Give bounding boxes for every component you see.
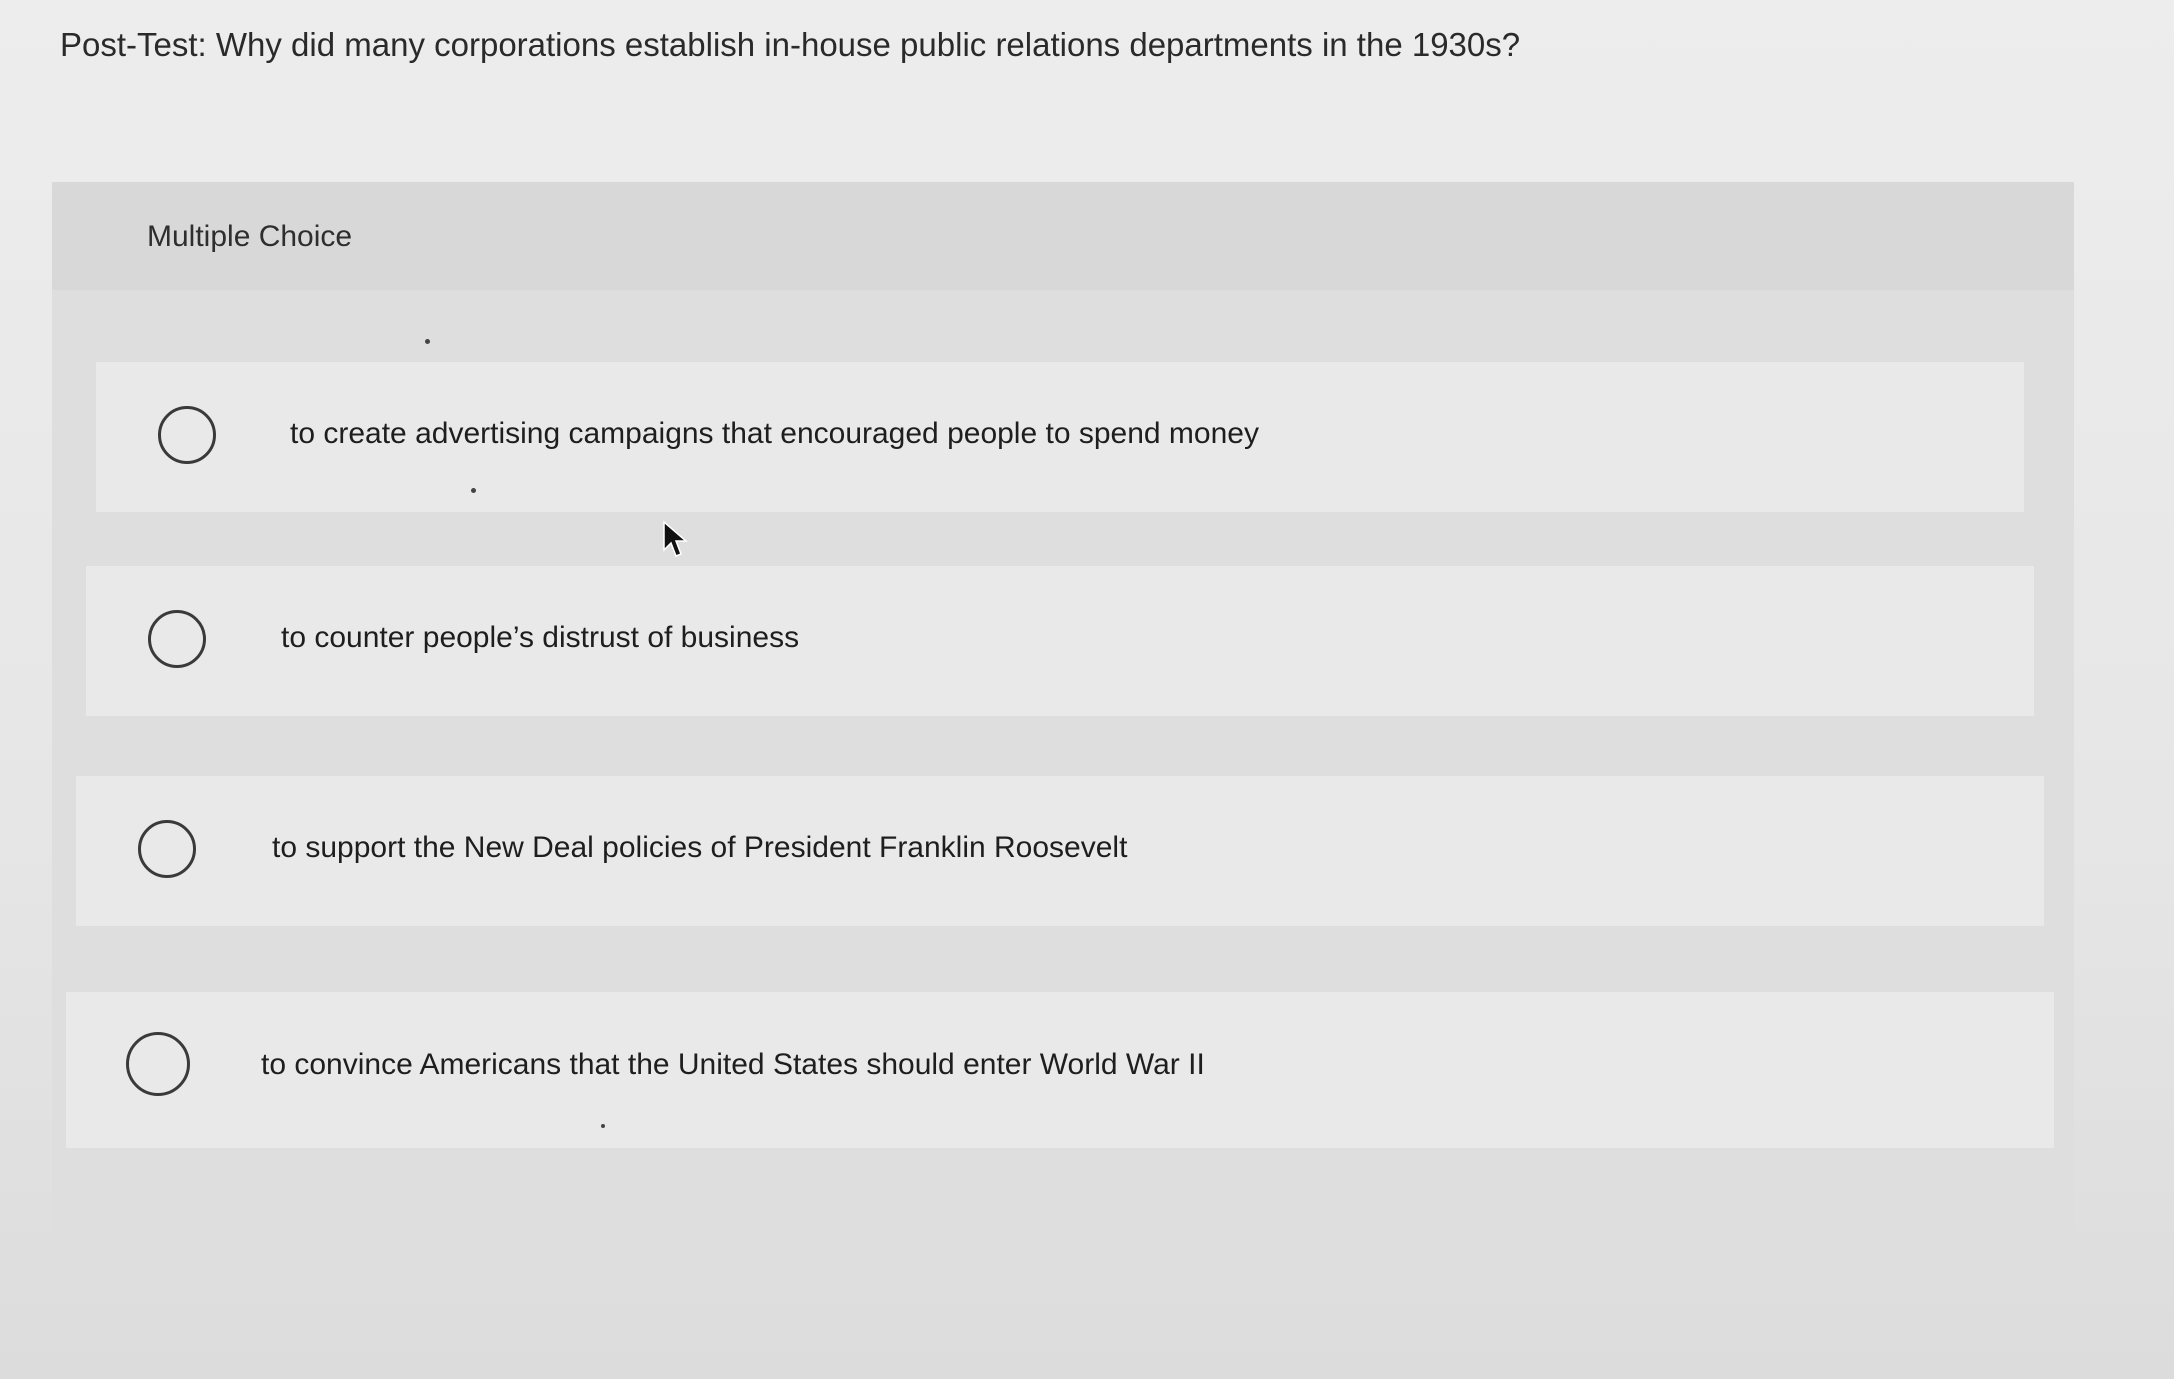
answer-option-label: to convince Americans that the United St… xyxy=(261,1048,1205,1081)
answer-option-4[interactable]: to convince Americans that the United St… xyxy=(66,992,2054,1148)
answer-option-1[interactable]: to create advertising campaigns that enc… xyxy=(96,362,2024,512)
answer-option-3[interactable]: to support the New Deal policies of Pres… xyxy=(76,776,2044,926)
screen-speck xyxy=(471,488,476,493)
answer-option-label: to create advertising campaigns that enc… xyxy=(290,417,1259,450)
mouse-pointer-icon xyxy=(663,520,688,557)
panel-header: Multiple Choice xyxy=(52,182,2074,290)
screen-speck xyxy=(601,1124,605,1128)
answer-option-2[interactable]: to counter people’s distrust of business xyxy=(86,566,2034,716)
radio-unchecked-icon[interactable] xyxy=(148,610,206,668)
radio-unchecked-icon[interactable] xyxy=(158,406,216,464)
question-type-label: Multiple Choice xyxy=(147,220,353,253)
answer-option-label: to support the New Deal policies of Pres… xyxy=(272,831,1128,864)
radio-unchecked-icon[interactable] xyxy=(126,1032,190,1096)
screen-speck xyxy=(425,339,430,344)
question-text: Post-Test: Why did many corporations est… xyxy=(60,26,1521,63)
radio-unchecked-icon[interactable] xyxy=(138,820,196,878)
answer-option-label: to counter people’s distrust of business xyxy=(281,621,800,654)
